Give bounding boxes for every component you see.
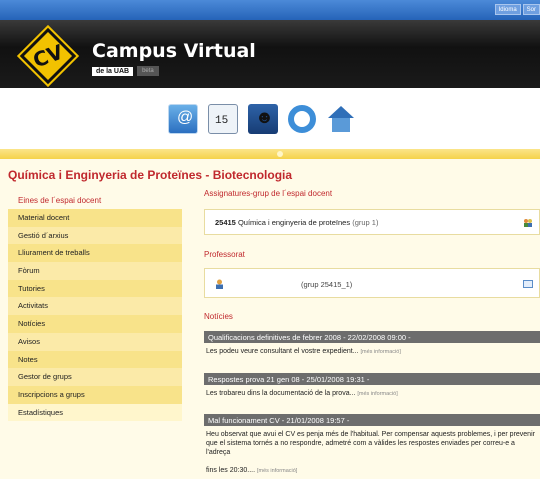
- page: Idioma Sor CV Campus Virtual de la UAB b…: [0, 0, 540, 479]
- group-users-icon[interactable]: [523, 218, 533, 228]
- person-icon[interactable]: ☻: [248, 104, 278, 134]
- news-item-title: Qualificacions definitives de febrer 200…: [204, 331, 540, 343]
- divider-band: [0, 149, 540, 159]
- user-icon: [216, 279, 223, 289]
- uab-label: de la UAB: [92, 66, 134, 76]
- news-item-title: Mal funcionament CV - 21/01/2008 19:57 -: [204, 414, 540, 426]
- sidebar-heading: Eines de l´espai docent: [8, 192, 182, 209]
- course-name[interactable]: Química i enginyeria de proteïnes: [238, 218, 350, 227]
- sidebar-item-gestor-grups[interactable]: Gestor de grups: [8, 368, 182, 386]
- sidebar-item-notes[interactable]: Notes: [8, 350, 182, 369]
- top-link-2[interactable]: Sor: [522, 4, 540, 15]
- divider-dot: [277, 151, 283, 157]
- news-item-continuation: fins les 20:30.... [més informació]: [204, 466, 540, 476]
- calendar-day: 15: [215, 115, 229, 127]
- help-ring-icon[interactable]: [288, 105, 316, 133]
- subtitle-row: de la UAB beta: [92, 66, 159, 76]
- more-info-link[interactable]: [més informació]: [257, 468, 297, 474]
- sidebar-item-noticies[interactable]: Notícies: [8, 315, 182, 333]
- home-body: [332, 118, 350, 132]
- top-bar: [0, 0, 540, 20]
- professor-group: (grup 25415_1): [301, 280, 353, 289]
- course-code: 25415: [215, 218, 236, 227]
- more-info-link[interactable]: [més informació]: [361, 349, 401, 355]
- news-item-text: Heu observat que avui el CV es penja més…: [206, 431, 535, 456]
- news-item-title: Respostes prova 21 gen 08 - 25/01/2008 1…: [204, 373, 540, 385]
- sidebar-item-forum[interactable]: Fòrum: [8, 262, 182, 280]
- sidebar-item-lliurament[interactable]: Lliurament de treballs: [8, 244, 182, 263]
- app-title: Campus Virtual: [92, 40, 256, 62]
- mail-icon[interactable]: @: [168, 104, 198, 134]
- sidebar-item-inscripcions[interactable]: Inscripcions a grups: [8, 385, 182, 404]
- page-title: Química i Enginyeria de Proteïnes - Biot…: [8, 168, 293, 182]
- cv-logo[interactable]: CV: [16, 24, 80, 88]
- sidebar-item-tutories[interactable]: Tutories: [8, 279, 182, 298]
- person-glyph: ☻: [255, 107, 274, 127]
- tool-icons: @ 15 ☻: [168, 104, 356, 134]
- sidebar-item-avisos[interactable]: Avisos: [8, 332, 182, 351]
- at-glyph: @: [177, 109, 194, 126]
- sidebar-item-estadistiques[interactable]: Estadístiques: [8, 403, 182, 422]
- sidebar-item-gestio-arxius[interactable]: Gestió d´arxius: [8, 226, 182, 245]
- professor-row: (grup 25415_1): [204, 268, 540, 298]
- calendar-icon[interactable]: 15: [208, 104, 238, 134]
- beta-badge: beta: [137, 66, 159, 76]
- news-item-text-2: fins les 20:30....: [206, 467, 256, 474]
- noticies-title: Notícies: [204, 312, 233, 321]
- top-links: Idioma Sor: [494, 4, 540, 15]
- news-item-body: Les trobareu dins la documentació de la …: [204, 389, 540, 399]
- sidebar-item-material-docent[interactable]: Material docent: [8, 209, 182, 227]
- professorat-title: Professorat: [204, 250, 245, 259]
- header: CV Campus Virtual de la UAB beta: [0, 20, 540, 88]
- news-item-body: Heu observat que avui el CV es penja més…: [204, 430, 538, 457]
- email-icon[interactable]: [523, 280, 533, 288]
- news-item-text: Les podeu veure consultant el vostre exp…: [206, 348, 359, 355]
- sidebar: Eines de l´espai docent Material docent …: [8, 192, 182, 422]
- language-link[interactable]: Idioma: [494, 4, 521, 15]
- sidebar-item-activitats[interactable]: Activitats: [8, 297, 182, 316]
- news-item-text: Les trobareu dins la documentació de la …: [206, 390, 356, 397]
- news-item-body: Les podeu veure consultant el vostre exp…: [204, 347, 540, 357]
- course-row[interactable]: 25415 Química i enginyeria de proteïnes …: [204, 209, 540, 235]
- course-group: (grup 1): [352, 218, 379, 227]
- more-info-link[interactable]: [més informació]: [357, 391, 397, 397]
- home-roof: [328, 106, 354, 118]
- home-icon[interactable]: [326, 104, 356, 134]
- assignatures-title: Assignatures-grup de l´espai docent: [204, 189, 333, 198]
